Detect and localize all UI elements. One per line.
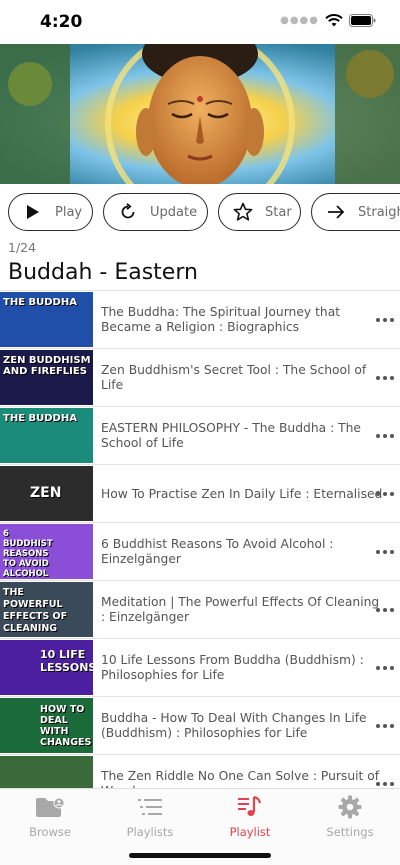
refresh-icon <box>118 202 138 222</box>
tab-playlist[interactable]: Playlist <box>200 795 300 841</box>
straight-label: Straight <box>358 204 400 220</box>
status-bar: 4:20 ●●●● <box>0 0 400 44</box>
playlist-title: Buddah - Eastern <box>8 260 198 285</box>
tab-playlists[interactable]: Playlists <box>100 795 200 841</box>
status-icons: ●●●● <box>280 14 376 27</box>
list-item[interactable]: THE BUDDHA The Buddha: The Spiritual Jou… <box>0 291 400 349</box>
video-thumbnail: 6 BUDDHIST REASONS TO AVOID ALCOHOL <box>0 524 93 579</box>
tab-settings[interactable]: Settings <box>300 795 400 841</box>
list-item[interactable]: ZEN How To Practise Zen In Daily Life : … <box>0 465 400 523</box>
track-title: EASTERN PHILOSOPHY - The Buddha : The Sc… <box>101 421 361 450</box>
video-thumbnail: THE BUDDHA <box>0 408 93 463</box>
tab-label: Settings <box>326 825 374 839</box>
wifi-icon <box>325 14 343 27</box>
video-thumbnail: THE POWERFUL EFFECTS OF CLEANING <box>0 582 93 637</box>
home-indicator <box>129 853 271 858</box>
track-title: Meditation | The Powerful Effects Of Cle… <box>101 595 380 624</box>
signal-icon: ●●●● <box>280 15 319 26</box>
star-label: Star <box>265 204 292 220</box>
music-note-icon <box>200 795 300 819</box>
playlist-artwork <box>0 44 400 184</box>
update-button[interactable]: Update <box>103 193 208 231</box>
tab-label: Playlists <box>126 825 174 839</box>
track-list: THE BUDDHA The Buddha: The Spiritual Jou… <box>0 290 400 788</box>
list-item[interactable]: HOW TO DEAL WITH CHANGES Buddha - How To… <box>0 697 400 755</box>
video-thumbnail: 10 LIFE LESSONS <box>0 640 93 695</box>
track-title: How To Practise Zen In Daily Life : Eter… <box>101 486 383 501</box>
thumbnail-text: ZEN BUDDHISM AND FIREFLIES <box>3 355 91 377</box>
track-title: 6 Buddhist Reasons To Avoid Alcohol : Ei… <box>101 537 334 566</box>
track-counter: 1/24 <box>8 240 37 255</box>
video-thumbnail: ZEN BUDDHISM AND FIREFLIES <box>0 350 93 405</box>
play-label: Play <box>55 204 83 220</box>
track-title: The Buddha: The Spiritual Journey that B… <box>101 305 341 334</box>
thumbnail-text: THE BUDDHA <box>3 297 77 308</box>
thumbnail-text: ZEN <box>30 485 62 501</box>
more-options-icon[interactable] <box>376 719 394 733</box>
tab-browse[interactable]: Browse <box>0 795 100 841</box>
play-icon <box>23 202 43 222</box>
track-title: The Zen Riddle No One Can Solve : Pursui… <box>101 769 380 788</box>
action-buttons: Play Update Star Straight <box>8 193 400 231</box>
list-icon <box>100 795 200 819</box>
more-options-icon[interactable] <box>376 661 394 675</box>
star-button[interactable]: Star <box>218 193 301 231</box>
arrow-right-icon <box>326 202 346 222</box>
status-time: 4:20 <box>40 12 83 32</box>
list-item[interactable]: 10 LIFE LESSONS 10 Life Lessons From Bud… <box>0 639 400 697</box>
battery-icon <box>349 14 376 27</box>
more-options-icon[interactable] <box>376 429 394 443</box>
video-thumbnail: HOW TO DEAL WITH CHANGES <box>0 698 93 753</box>
more-options-icon[interactable] <box>376 371 394 385</box>
list-item[interactable]: The Zen Riddle No One Can Solve : Pursui… <box>0 755 400 788</box>
tab-label: Playlist <box>229 825 271 839</box>
thumbnail-text: 6 BUDDHIST REASONS TO AVOID ALCOHOL <box>3 529 53 579</box>
tab-label: Browse <box>29 825 71 839</box>
more-options-icon[interactable] <box>376 545 394 559</box>
list-item[interactable]: 6 BUDDHIST REASONS TO AVOID ALCOHOL 6 Bu… <box>0 523 400 581</box>
gear-icon <box>300 795 400 819</box>
play-button[interactable]: Play <box>8 193 93 231</box>
thumbnail-text: 10 LIFE LESSONS <box>40 648 93 674</box>
list-item[interactable]: THE POWERFUL EFFECTS OF CLEANING Meditat… <box>0 581 400 639</box>
thumbnail-text: HOW TO DEAL WITH CHANGES <box>40 704 92 748</box>
thumbnail-text: THE BUDDHA <box>3 413 77 424</box>
video-thumbnail <box>0 756 93 788</box>
track-title: Buddha - How To Deal With Changes In Lif… <box>101 711 367 740</box>
video-thumbnail: ZEN <box>0 466 93 521</box>
star-icon <box>233 202 253 222</box>
thumbnail-text: THE POWERFUL EFFECTS OF CLEANING <box>3 587 68 634</box>
track-title: 10 Life Lessons From Buddha (Buddhism) :… <box>101 653 364 682</box>
straight-button[interactable]: Straight <box>311 193 400 231</box>
folder-icon <box>0 795 100 819</box>
list-item[interactable]: THE BUDDHA EASTERN PHILOSOPHY - The Budd… <box>0 407 400 465</box>
list-item[interactable]: ZEN BUDDHISM AND FIREFLIES Zen Buddhism'… <box>0 349 400 407</box>
track-title: Zen Buddhism's Secret Tool : The School … <box>101 363 367 392</box>
more-options-icon[interactable] <box>376 603 394 617</box>
more-options-icon[interactable] <box>376 777 394 788</box>
more-options-icon[interactable] <box>376 313 394 327</box>
video-thumbnail: THE BUDDHA <box>0 292 93 347</box>
update-label: Update <box>150 204 198 220</box>
more-options-icon[interactable] <box>376 487 394 501</box>
